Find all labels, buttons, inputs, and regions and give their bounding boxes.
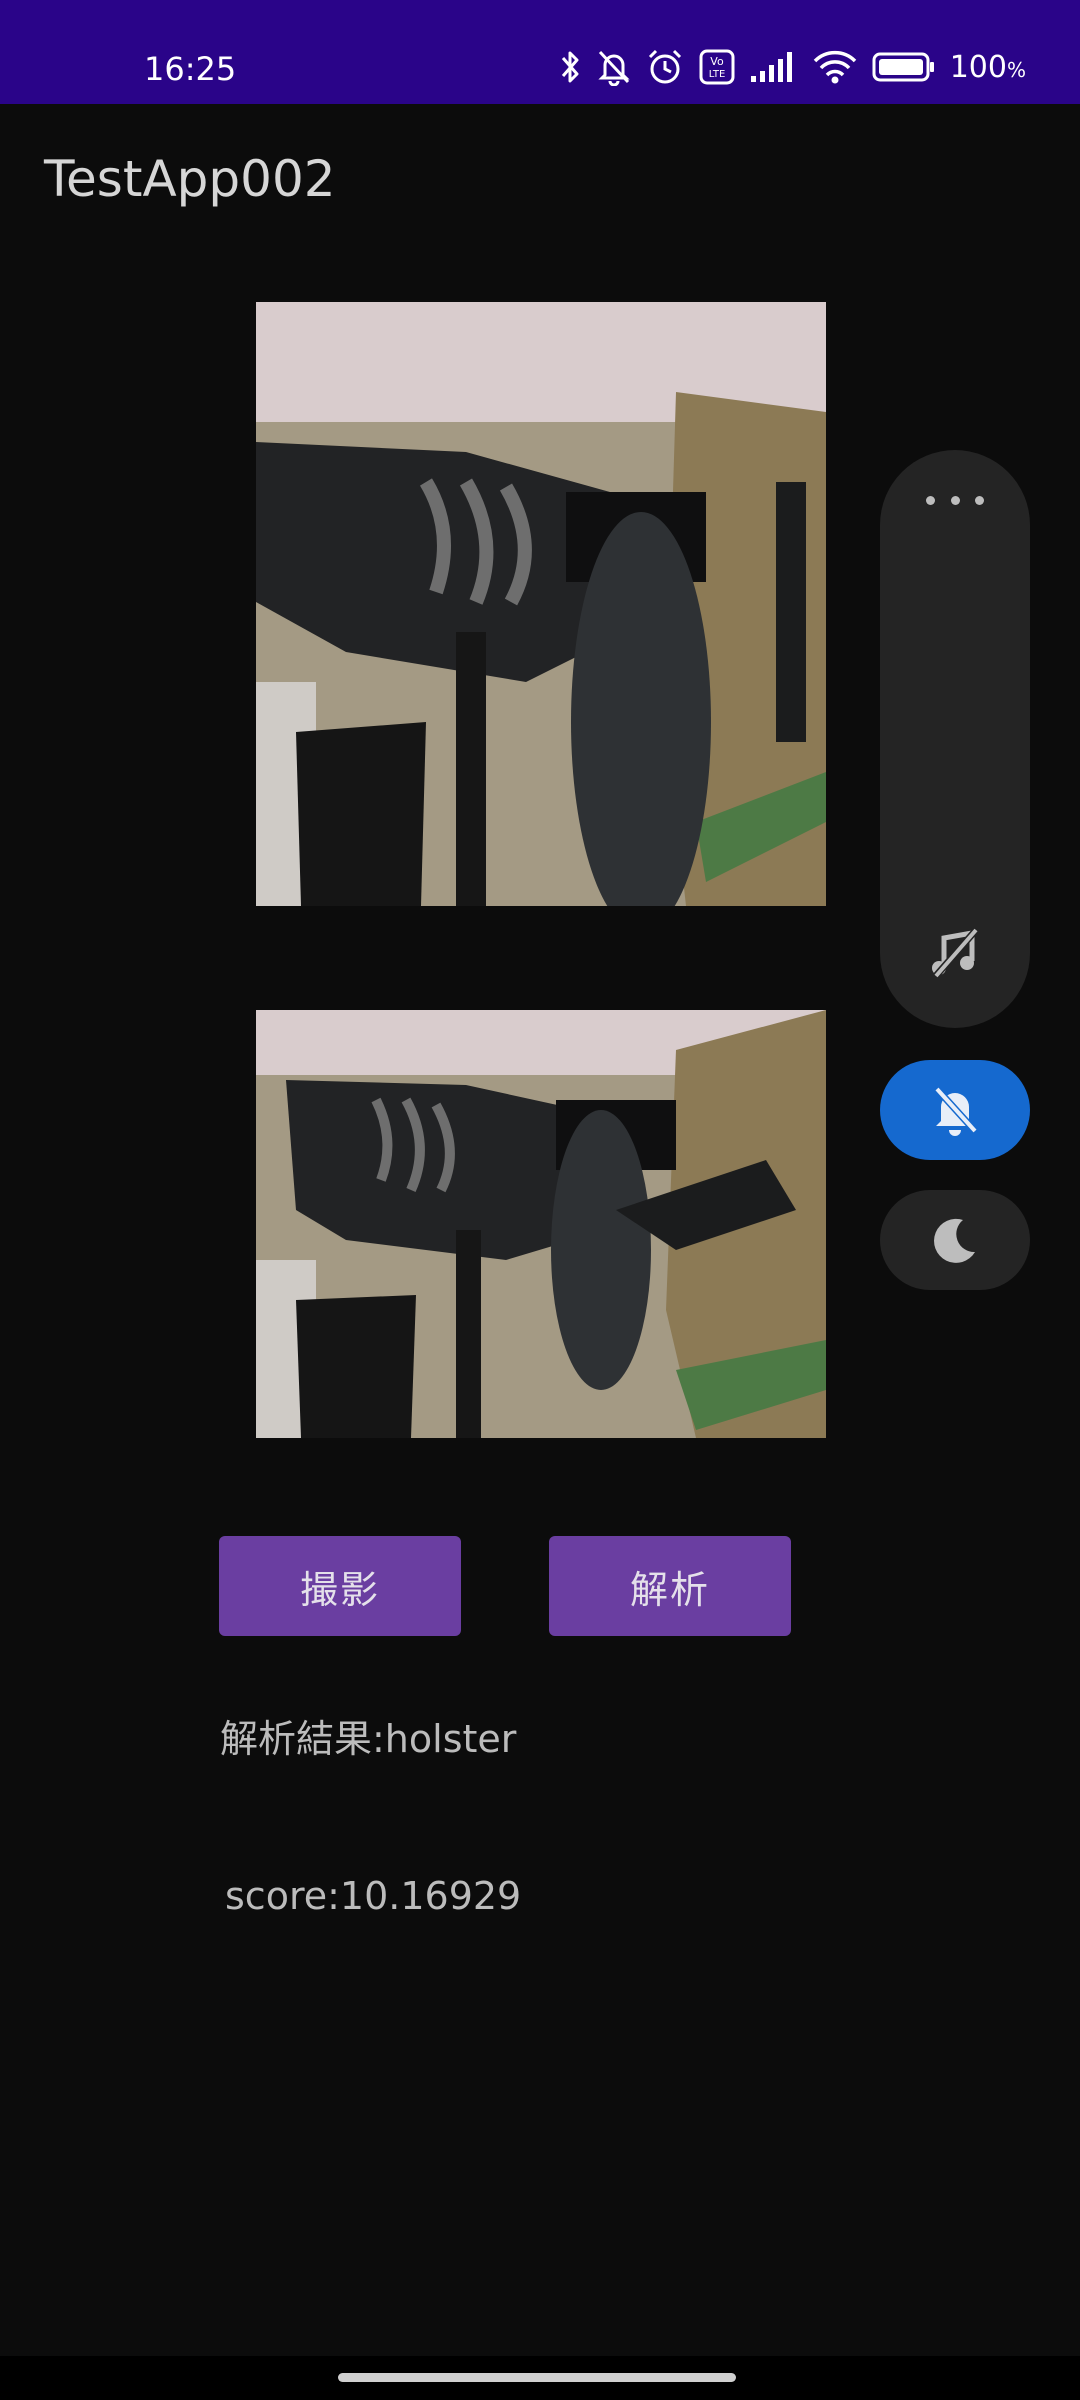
capture-button[interactable]: 撮影 (219, 1536, 461, 1636)
signal-icon (750, 52, 792, 82)
captured-photo (256, 302, 826, 906)
ringer-mute-button[interactable] (880, 1060, 1030, 1160)
do-not-disturb-button[interactable] (880, 1190, 1030, 1290)
moon-icon (934, 1218, 975, 1263)
wifi-icon (813, 50, 856, 84)
processed-photo (256, 1010, 826, 1438)
alarm-icon (648, 49, 681, 84)
app-title: TestApp002 (44, 150, 336, 208)
status-bar: 16:25 Vo LTE 100% (0, 0, 1080, 104)
status-time: 16:25 (144, 50, 237, 88)
svg-text:Vo: Vo (710, 55, 724, 68)
battery-icon (872, 52, 934, 82)
bell-mute-icon (934, 1086, 978, 1136)
status-icons: Vo LTE 100% (560, 48, 1026, 86)
bell-off-icon (598, 50, 630, 86)
home-indicator[interactable] (338, 2373, 736, 2382)
bluetooth-icon (561, 51, 579, 83)
analyze-button[interactable]: 解析 (549, 1536, 791, 1636)
music-off-icon[interactable] (930, 928, 980, 980)
score-text: score:10.16929 (225, 1874, 522, 1918)
volte-icon: Vo LTE (699, 49, 735, 85)
more-icon[interactable] (926, 488, 984, 512)
battery-level: 100% (949, 49, 1026, 85)
analysis-result-text: 解析結果:holster (220, 1717, 517, 1761)
svg-text:LTE: LTE (708, 69, 725, 80)
volume-panel[interactable] (880, 450, 1030, 1028)
